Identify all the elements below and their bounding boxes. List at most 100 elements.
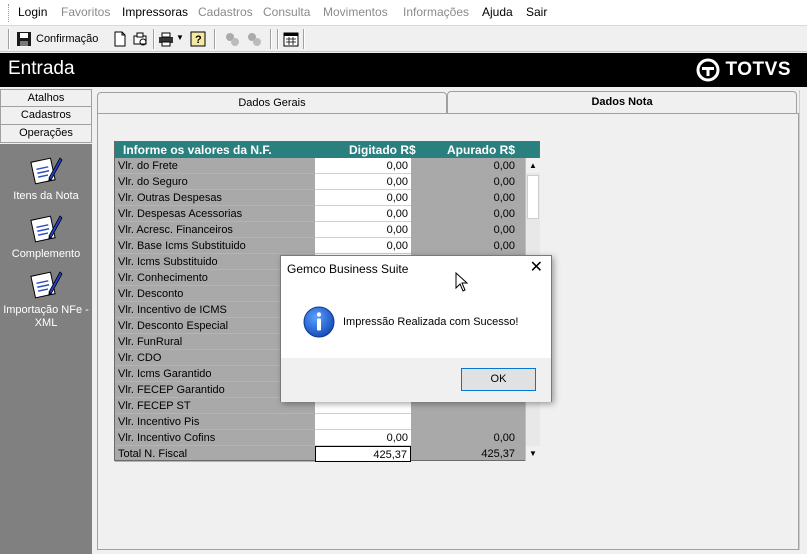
row-label: Vlr. Outras Despesas [118,192,222,204]
row-label: Vlr. Incentivo Cofins [118,432,216,444]
table-row: Vlr. do Seguro 0,00 0,00 [115,174,525,190]
printer-dropdown-icon[interactable]: ▼ [176,33,184,42]
totvs-logo-icon [696,58,719,82]
row-label: Vlr. Despesas Acessorias [118,208,243,220]
row-label: Vlr. FECEP ST [118,400,191,412]
menu-impressoras[interactable]: Impressoras [122,5,188,19]
gears-icon[interactable] [224,31,240,47]
menu-bar: Login Favoritos Impressoras Cadastros Co… [0,0,807,26]
svg-text:?: ? [195,34,202,46]
menu-movimentos[interactable]: Movimentos [323,5,388,19]
scroll-thumb[interactable] [527,175,539,219]
operation-itens-da-nota[interactable]: Itens da Nota [0,154,92,203]
side-tab-atalhos[interactable]: Atalhos [0,89,92,107]
apurado-value: 0,00 [493,176,515,188]
digitado-input[interactable] [315,414,411,430]
row-divider [115,461,315,462]
digitado-input[interactable]: 0,00 [315,206,411,222]
row-label: Vlr. Acresc. Financeiros [118,224,233,236]
toolbar-separator [303,29,305,49]
printer-icon[interactable] [158,31,174,47]
toolbar-separator [8,29,10,49]
row-label: Vlr. FECEP Garantido [118,384,225,396]
row-label: Total N. Fiscal [118,448,188,460]
operation-complemento[interactable]: Complemento [0,212,92,261]
apurado-value: 0,00 [493,208,515,220]
row-label: Vlr. Desconto Especial [118,320,229,332]
row-label: Vlr. do Frete [118,160,178,172]
search-help-icon[interactable]: ? [190,31,206,47]
digitado-input[interactable]: 0,00 [315,174,411,190]
digitado-input[interactable]: 425,37 [315,446,411,462]
title-banner: Entrada TOTVS [0,53,807,87]
ok-button[interactable]: OK [461,368,536,391]
dialog-message: Impressão Realizada com Sucesso! [343,316,519,328]
table-row: Vlr. Acresc. Financeiros 0,00 0,00 [115,222,525,238]
dialog-title: Gemco Business Suite [287,262,409,276]
gears-disabled-icon[interactable] [246,31,262,47]
table-row: Vlr. Despesas Acessorias 0,00 0,00 [115,206,525,222]
operation-importacao-nfe[interactable]: Importação NFe -XML [0,268,92,330]
page-title: Entrada [8,58,75,79]
calendar-icon[interactable] [283,31,299,47]
operation-label: Itens da Nota [13,190,79,202]
total-row: Total N. Fiscal 425,37 425,37 [115,446,525,462]
apurado-value: 0,00 [493,160,515,172]
apurado-value: 425,37 [481,448,515,460]
scroll-down-button[interactable]: ▼ [526,446,540,461]
menu-consulta[interactable]: Consulta [263,5,310,19]
table-row: Vlr. Incentivo Cofins 0,00 0,00 [115,430,525,446]
menu-cadastros[interactable]: Cadastros [198,5,253,19]
toolbar-separator [214,29,216,49]
scroll-up-button[interactable]: ▲ [526,158,540,173]
row-label: Vlr. Incentivo Pis [118,416,200,428]
digitado-input[interactable]: 0,00 [315,158,411,174]
table-row: Vlr. Base Icms Substituido 0,00 0,00 [115,238,525,254]
row-label: Vlr. Icms Garantido [118,368,212,380]
table-row: Vlr. do Frete 0,00 0,00 [115,158,525,174]
row-label: Vlr. do Seguro [118,176,188,188]
row-label: Vlr. CDO [118,352,162,364]
menu-favoritos[interactable]: Favoritos [61,5,110,19]
save-icon [17,32,31,46]
window-scrollbar[interactable] [799,90,807,550]
row-label: Vlr. FunRural [118,336,183,348]
grid-header-apurado: Apurado R$ [447,143,516,157]
new-document-icon[interactable] [112,31,128,47]
row-label: Vlr. Base Icms Substituido [118,240,246,252]
digitado-input[interactable]: 0,00 [315,238,411,254]
menu-grip [8,4,11,22]
row-label: Vlr. Desconto [118,288,184,300]
brand-logo: TOTVS [696,58,792,82]
operation-label: Importação NFe -XML [3,304,89,329]
brand-name: TOTVS [725,59,791,80]
digitado-input[interactable]: 0,00 [315,430,411,446]
toolbar-separator [153,29,155,49]
mouse-cursor-icon [455,272,469,292]
dialog-close-button[interactable]: ✕ [530,260,543,276]
tab-dados-nota[interactable]: Dados Nota [447,91,797,115]
side-tab-cadastros[interactable]: Cadastros [0,107,92,125]
menu-ajuda[interactable]: Ajuda [482,5,513,19]
digitado-input[interactable]: 0,00 [315,222,411,238]
print-preview-icon[interactable] [132,31,148,47]
apurado-value: 0,00 [493,192,515,204]
grid-header-label: Informe os valores da N.F. [123,143,272,157]
dialog-footer: OK [281,358,551,402]
row-label: Vlr. Icms Substituido [118,256,218,268]
digitado-input[interactable]: 0,00 [315,190,411,206]
apurado-value: 0,00 [493,432,515,444]
table-row: Vlr. Outras Despesas 0,00 0,00 [115,190,525,206]
info-icon [303,306,335,338]
grid-header: Informe os valores da N.F. Digitado R$ A… [115,142,539,158]
menu-informacoes[interactable]: Informações [403,5,469,19]
side-tab-operacoes[interactable]: Operações [0,125,92,143]
document-pencil-icon [30,271,63,299]
confirm-button[interactable]: Confirmação [16,30,98,48]
apurado-value: 0,00 [493,224,515,236]
message-dialog: Gemco Business Suite ✕ Impressão Realiza… [280,255,552,402]
tab-dados-gerais[interactable]: Dados Gerais [97,92,447,114]
menu-sair[interactable]: Sair [526,5,547,19]
menu-login[interactable]: Login [18,5,47,19]
toolbar-separator [277,29,279,49]
